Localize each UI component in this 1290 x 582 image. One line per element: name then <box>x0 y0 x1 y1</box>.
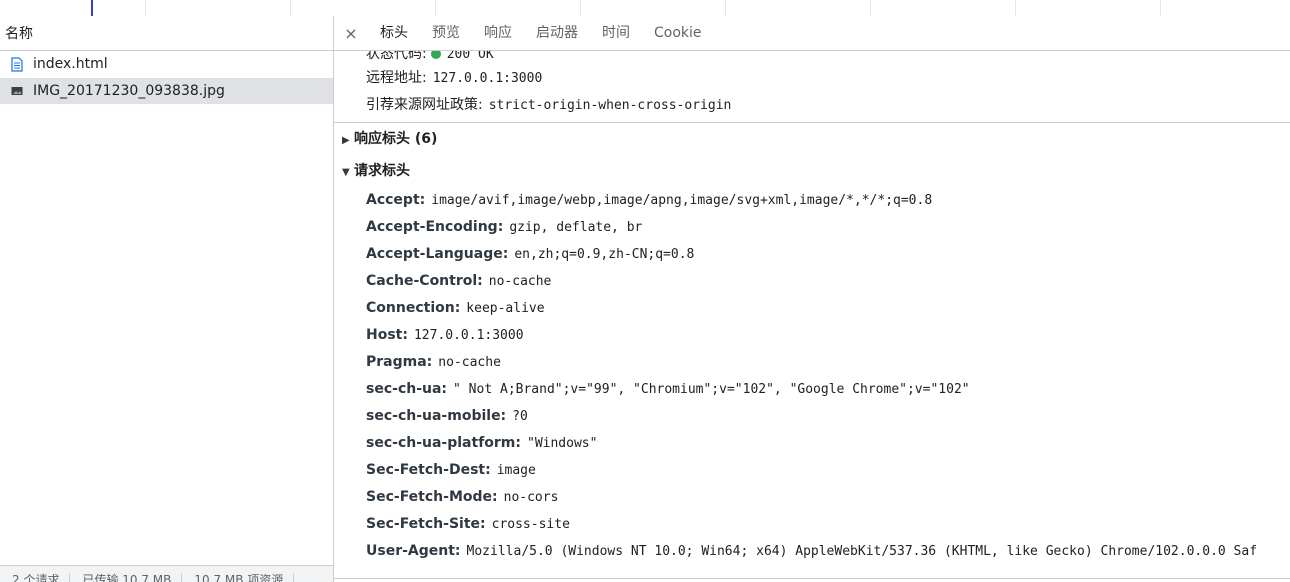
request-row-index-html[interactable]: index.html <box>0 51 333 78</box>
header-value: image/avif,image/webp,image/apng,image/s… <box>431 193 933 208</box>
header-key: Accept: <box>366 192 426 208</box>
network-status-bar: 2 个请求 已传输 10.7 MB 10.7 MB 项资源 <box>0 565 333 582</box>
tab-response[interactable]: 响应 <box>472 16 524 50</box>
referrer-policy-value: strict-origin-when-cross-origin <box>488 98 732 113</box>
header-row-pragma: Pragma: no-cache <box>334 349 1290 376</box>
header-row-sec-fetch-mode: Sec-Fetch-Mode: no-cors <box>334 484 1290 511</box>
tab-headers[interactable]: 标头 <box>368 16 420 50</box>
header-row-accept: Accept: image/avif,image/webp,image/apng,… <box>334 187 1290 214</box>
header-key: User-Agent: <box>366 543 461 559</box>
header-key: Connection: <box>366 300 461 316</box>
close-icon[interactable]: × <box>334 24 368 43</box>
header-key: Cache-Control: <box>366 273 483 289</box>
header-key: Sec-Fetch-Site: <box>366 516 486 532</box>
header-value: no-cache <box>488 274 552 289</box>
header-row-sec-fetch-dest: Sec-Fetch-Dest: image <box>334 457 1290 484</box>
header-value: keep-alive <box>466 301 545 316</box>
header-key: Sec-Fetch-Mode: <box>366 489 498 505</box>
header-row-accept-language: Accept-Language: en,zh;q=0.9,zh-CN;q=0.8 <box>334 241 1290 268</box>
status-code-value: 200 OK <box>446 51 494 62</box>
header-value: image <box>496 463 536 478</box>
header-value: en,zh;q=0.9,zh-CN;q=0.8 <box>514 247 695 262</box>
request-headers-toggle[interactable]: ▼ 请求标头 <box>334 155 1290 187</box>
status-dot-icon <box>430 51 441 59</box>
image-file-icon <box>10 83 24 99</box>
header-key: Accept-Encoding: <box>366 219 504 235</box>
header-key: sec-ch-ua: <box>366 381 448 397</box>
header-row-sec-ch-ua-mobile: sec-ch-ua-mobile: ?0 <box>334 403 1290 430</box>
header-key: Accept-Language: <box>366 246 509 262</box>
timeline-gridline <box>435 0 436 16</box>
tab-initiator[interactable]: 启动器 <box>524 16 590 50</box>
header-key: Host: <box>366 327 408 343</box>
header-value: " Not A;Brand";v="99", "Chromium";v="102… <box>453 382 970 397</box>
remote-address-row: 远程地址: 127.0.0.1:3000 <box>334 65 1290 92</box>
timeline-gridline <box>580 0 581 16</box>
panel-bottom-divider <box>334 578 1290 579</box>
header-row-connection: Connection: keep-alive <box>334 295 1290 322</box>
header-value: no-cache <box>438 355 501 370</box>
name-column-label: 名称 <box>5 26 33 42</box>
header-value: ?0 <box>512 409 528 424</box>
header-value: cross-site <box>491 517 570 532</box>
response-headers-toggle[interactable]: ▶ 响应标头 (6) <box>334 122 1290 155</box>
timeline-gridline <box>1015 0 1016 16</box>
timeline-marker <box>91 0 93 16</box>
referrer-policy-row: 引荐来源网址政策: strict-origin-when-cross-origin <box>334 92 1290 119</box>
request-name: IMG_20171230_093838.jpg <box>33 83 225 99</box>
tab-preview[interactable]: 预览 <box>420 16 472 50</box>
request-row-img-jpg[interactable]: IMG_20171230_093838.jpg <box>0 78 333 105</box>
header-row-host: Host: 127.0.0.1:3000 <box>334 322 1290 349</box>
timeline-gridline <box>290 0 291 16</box>
headers-content[interactable]: 状态代码: 200 OK 远程地址: 127.0.0.1:3000 引荐来源网址政策… <box>334 51 1290 565</box>
resources-size: 10.7 MB 项资源 <box>182 573 295 582</box>
timeline-overview[interactable] <box>0 0 1290 17</box>
header-value: no-cors <box>503 490 559 505</box>
timeline-gridline <box>1160 0 1161 16</box>
request-count: 2 个请求 <box>0 573 71 582</box>
transferred-size: 已传输 10.7 MB <box>70 573 183 582</box>
header-row-sec-ch-ua: sec-ch-ua: " Not A;Brand";v="99", "Chromi… <box>334 376 1290 403</box>
triangle-down-icon: ▼ <box>342 167 350 178</box>
remote-address-value: 127.0.0.1:3000 <box>432 71 543 86</box>
header-row-sec-ch-ua-platform: sec-ch-ua-platform: "Windows" <box>334 430 1290 457</box>
header-key: Pragma: <box>366 354 433 370</box>
timeline-gridline <box>145 0 146 16</box>
request-detail-panel: × 标头 预览 响应 启动器 时间 Cookie 状态代码: 200 OK 远程地… <box>334 16 1290 582</box>
timeline-gridline <box>870 0 871 16</box>
request-headers-title: 请求标头 <box>354 163 410 179</box>
referrer-policy-label: 引荐来源网址政策: <box>366 97 483 113</box>
timeline-gridline <box>725 0 726 16</box>
request-list-panel: 名称 index.html IMG_20171230_093838.jpg 2 … <box>0 16 334 582</box>
header-row-accept-encoding: Accept-Encoding: gzip, deflate, br <box>334 214 1290 241</box>
header-row-user-agent: User-Agent: Mozilla/5.0 (Windows NT 10.0;… <box>334 538 1290 565</box>
header-value: "Windows" <box>527 436 598 451</box>
response-headers-title: 响应标头 (6) <box>354 131 438 147</box>
request-name: index.html <box>33 56 108 72</box>
name-column-header[interactable]: 名称 <box>0 16 333 51</box>
header-key: Sec-Fetch-Dest: <box>366 462 491 478</box>
header-value: 127.0.0.1:3000 <box>413 328 524 343</box>
header-row-sec-fetch-site: Sec-Fetch-Site: cross-site <box>334 511 1290 538</box>
triangle-right-icon: ▶ <box>342 135 350 146</box>
tab-timing[interactable]: 时间 <box>590 16 642 50</box>
header-key: sec-ch-ua-platform: <box>366 435 521 451</box>
detail-tabbar: × 标头 预览 响应 启动器 时间 Cookie <box>334 16 1290 51</box>
header-key: sec-ch-ua-mobile: <box>366 408 507 424</box>
document-icon <box>10 56 24 72</box>
header-row-cache-control: Cache-Control: no-cache <box>334 268 1290 295</box>
header-value: Mozilla/5.0 (Windows NT 10.0; Win64; x64… <box>466 544 1258 559</box>
remote-address-label: 远程地址: <box>366 70 427 86</box>
status-code-row: 状态代码: 200 OK <box>334 51 1290 65</box>
tab-cookies[interactable]: Cookie <box>642 16 714 50</box>
status-code-label: 状态代码: <box>366 51 427 62</box>
header-value: gzip, deflate, br <box>509 220 643 235</box>
